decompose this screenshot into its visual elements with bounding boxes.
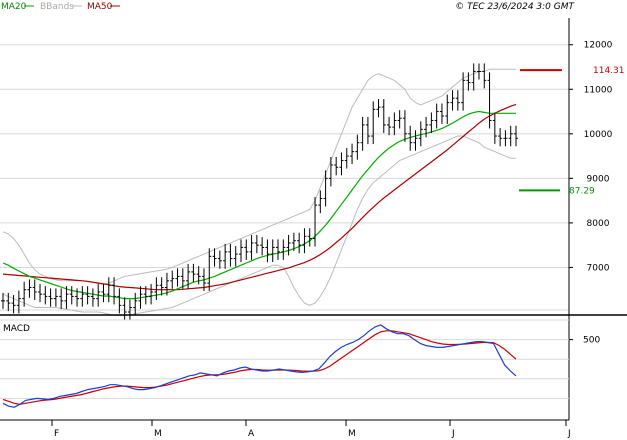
- support-label: 87.29: [569, 186, 595, 196]
- price-tick-label: 12000: [584, 41, 613, 51]
- stock-chart: MA20 BBands MA50 © TEC 23/6/2024 3:0 GMT…: [0, 0, 627, 440]
- legend-bbands: BBands: [40, 2, 74, 12]
- price-tick-label: 7000: [587, 263, 610, 273]
- price-tick-label: 9000: [587, 174, 610, 184]
- x-tick-label: J: [451, 429, 455, 439]
- x-tick-label: M: [154, 429, 162, 439]
- resistance-label: 114.31: [593, 66, 625, 76]
- copyright-text: © TEC 23/6/2024 3:0 GMT: [455, 2, 575, 12]
- price-tick-label: 10000: [584, 130, 613, 140]
- price-tick-label: 11000: [584, 85, 613, 95]
- x-tick-label: F: [54, 429, 59, 439]
- x-tick-label: A: [248, 429, 255, 439]
- price-tick-label: 8000: [587, 219, 610, 229]
- macd-tick-label: 500: [583, 336, 600, 346]
- legend-ma50: MA50: [87, 2, 113, 12]
- legend-ma20: MA20: [1, 2, 27, 12]
- x-tick-label: J: [567, 429, 571, 439]
- x-tick-label: M: [348, 429, 356, 439]
- macd-title: MACD: [3, 324, 30, 334]
